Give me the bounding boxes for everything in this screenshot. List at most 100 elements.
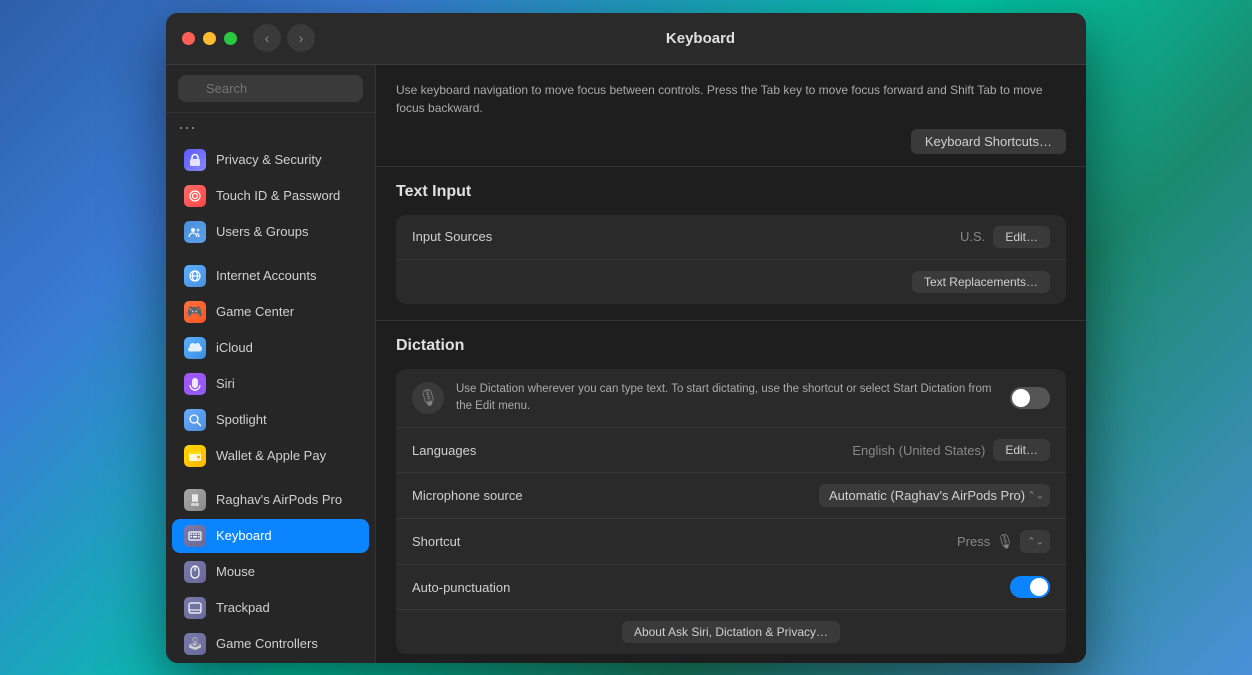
sidebar-item-touchid[interactable]: Touch ID & Password xyxy=(172,179,369,213)
dictation-description: Use Dictation wherever you can type text… xyxy=(456,381,998,416)
top-section: Use keyboard navigation to move focus be… xyxy=(376,65,1086,167)
sidebar-item-gamecontrollers[interactable]: 🕹 Game Controllers xyxy=(172,627,369,661)
dictation-toggle-knob xyxy=(1012,389,1030,407)
dictation-toggle[interactable] xyxy=(1010,387,1050,409)
text-replacements-button[interactable]: Text Replacements… xyxy=(912,271,1050,293)
sidebar: ⌕ ··· Privacy & Security xyxy=(166,65,376,663)
text-input-section: Text Input Input Sources U.S. Edit… Text… xyxy=(376,167,1086,321)
search-wrapper: ⌕ xyxy=(178,75,363,102)
sidebar-item-spotlight[interactable]: Spotlight xyxy=(172,403,369,437)
sidebar-more-indicator: ··· xyxy=(166,113,375,142)
dictation-card: 🎙 Use Dictation wherever you can type te… xyxy=(396,369,1066,655)
input-sources-row: Input Sources U.S. Edit… xyxy=(396,215,1066,260)
back-button[interactable]: ‹ xyxy=(253,24,281,52)
languages-value: English (United States) xyxy=(852,443,985,458)
minimize-button[interactable] xyxy=(203,32,216,45)
sidebar-item-label-touchid: Touch ID & Password xyxy=(216,188,340,203)
main-content: ⌕ ··· Privacy & Security xyxy=(166,65,1086,663)
languages-row: Languages English (United States) Edit… xyxy=(396,428,1066,473)
gamecenter-icon: 🎮 xyxy=(184,301,206,323)
traffic-lights xyxy=(182,32,237,45)
sidebar-item-users[interactable]: Users & Groups xyxy=(172,215,369,249)
users-icon xyxy=(184,221,206,243)
shortcut-mic-icon: 🎙 xyxy=(996,533,1014,550)
auto-punctuation-row: Auto-punctuation xyxy=(396,565,1066,610)
sidebar-item-airpods[interactable]: Raghav's AirPods Pro xyxy=(172,483,369,517)
sidebar-item-label-mouse: Mouse xyxy=(216,564,255,579)
sidebar-item-mouse[interactable]: Mouse xyxy=(172,555,369,589)
sidebar-item-icloud[interactable]: iCloud xyxy=(172,331,369,365)
auto-punctuation-toggle[interactable] xyxy=(1010,576,1050,598)
shortcut-label: Shortcut xyxy=(412,534,957,549)
text-replacements-row: Text Replacements… xyxy=(396,260,1066,304)
shortcut-select[interactable] xyxy=(1020,530,1050,553)
about-siri-button[interactable]: About Ask Siri, Dictation & Privacy… xyxy=(622,621,840,643)
dictation-toggle-row: 🎙 Use Dictation wherever you can type te… xyxy=(396,369,1066,429)
search-container: ⌕ xyxy=(166,65,375,113)
microphone-select-wrapper: Automatic (Raghav's AirPods Pro) ⌃⌄ xyxy=(819,484,1050,507)
airpods-icon xyxy=(184,489,206,511)
sidebar-item-gamecenter[interactable]: 🎮 Game Center xyxy=(172,295,369,329)
icloud-icon xyxy=(184,337,206,359)
shortcut-select-wrapper: ⌃⌄ xyxy=(1020,530,1050,553)
sidebar-item-keyboard[interactable]: Keyboard xyxy=(172,519,369,553)
sidebar-item-label-trackpad: Trackpad xyxy=(216,600,270,615)
search-input[interactable] xyxy=(178,75,363,102)
sidebar-item-internet[interactable]: Internet Accounts xyxy=(172,259,369,293)
forward-button[interactable]: › xyxy=(287,24,315,52)
shortcut-press-label: Press xyxy=(957,534,990,549)
maximize-button[interactable] xyxy=(224,32,237,45)
sidebar-item-label-wallet: Wallet & Apple Pay xyxy=(216,448,326,463)
trackpad-icon xyxy=(184,597,206,619)
sidebar-item-label-spotlight: Spotlight xyxy=(216,412,267,427)
sidebar-item-label-icloud: iCloud xyxy=(216,340,253,355)
window-title: Keyboard xyxy=(331,30,1070,47)
sidebar-item-label-keyboard: Keyboard xyxy=(216,528,272,543)
nav-buttons: ‹ › xyxy=(253,24,315,52)
internet-icon xyxy=(184,265,206,287)
sidebar-item-label-internet: Internet Accounts xyxy=(216,268,316,283)
sidebar-item-label-gamecontrollers: Game Controllers xyxy=(216,636,318,651)
sidebar-item-privacy[interactable]: Privacy & Security xyxy=(172,143,369,177)
keyboard-shortcuts-button[interactable]: Keyboard Shortcuts… xyxy=(911,129,1066,154)
sidebar-item-label-privacy: Privacy & Security xyxy=(216,152,321,167)
touchid-icon xyxy=(184,185,206,207)
sidebar-item-wallet[interactable]: Wallet & Apple Pay xyxy=(172,439,369,473)
shortcut-row: Shortcut Press 🎙 ⌃⌄ xyxy=(396,519,1066,565)
auto-punctuation-label: Auto-punctuation xyxy=(412,580,1010,595)
auto-punctuation-toggle-knob xyxy=(1030,578,1048,596)
sidebar-item-label-airpods: Raghav's AirPods Pro xyxy=(216,492,342,507)
languages-label: Languages xyxy=(412,443,852,458)
input-sources-label: Input Sources xyxy=(412,229,960,244)
microphone-row: Microphone source Automatic (Raghav's Ai… xyxy=(396,473,1066,519)
text-input-card: Input Sources U.S. Edit… Text Replacemen… xyxy=(396,215,1066,304)
text-input-title: Text Input xyxy=(396,183,1066,201)
siri-icon xyxy=(184,373,206,395)
top-description: Use keyboard navigation to move focus be… xyxy=(396,81,1066,117)
sidebar-item-label-gamecenter: Game Center xyxy=(216,304,294,319)
about-siri-row: About Ask Siri, Dictation & Privacy… xyxy=(396,610,1066,654)
sidebar-item-siri[interactable]: Siri xyxy=(172,367,369,401)
sidebar-item-label-users: Users & Groups xyxy=(216,224,308,239)
privacy-icon xyxy=(184,149,206,171)
keyboard-icon xyxy=(184,525,206,547)
content-panel: Use keyboard navigation to move focus be… xyxy=(376,65,1086,663)
spotlight-icon xyxy=(184,409,206,431)
titlebar: ‹ › Keyboard xyxy=(166,13,1086,65)
input-sources-value: U.S. xyxy=(960,229,985,244)
microphone-label: Microphone source xyxy=(412,488,819,503)
microphone-select[interactable]: Automatic (Raghav's AirPods Pro) xyxy=(819,484,1050,507)
shortcut-control: Press 🎙 ⌃⌄ xyxy=(957,530,1050,553)
system-preferences-window: ‹ › Keyboard ⌕ ··· xyxy=(166,13,1086,663)
dictation-section: Dictation 🎙 Use Dictation wherever you c… xyxy=(376,321,1086,663)
close-button[interactable] xyxy=(182,32,195,45)
dictation-mic-icon: 🎙 xyxy=(412,382,444,414)
gamecontrollers-icon: 🕹 xyxy=(184,633,206,655)
dictation-title: Dictation xyxy=(396,337,1066,355)
input-sources-edit-button[interactable]: Edit… xyxy=(993,226,1050,248)
sidebar-item-trackpad[interactable]: Trackpad xyxy=(172,591,369,625)
mouse-icon xyxy=(184,561,206,583)
languages-edit-button[interactable]: Edit… xyxy=(993,439,1050,461)
sidebar-item-label-siri: Siri xyxy=(216,376,235,391)
wallet-icon xyxy=(184,445,206,467)
